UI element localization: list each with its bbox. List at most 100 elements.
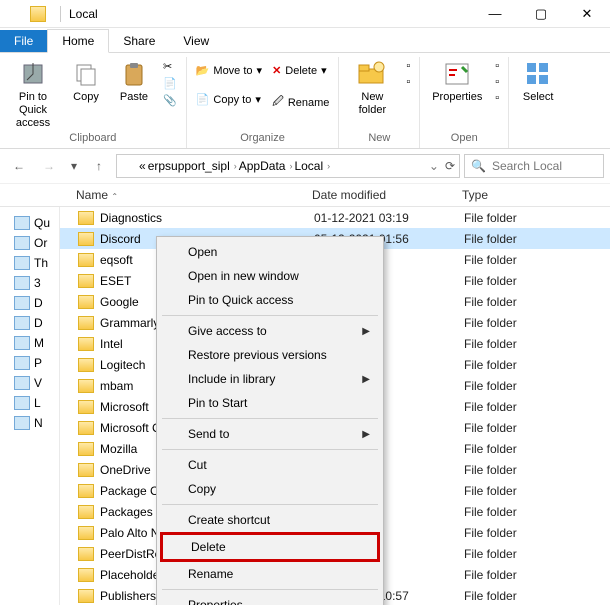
group-organize: 📂Move to ▾ 📄Copy to ▾ ✕Delete ▾ 🖉Rename … [187,57,340,148]
drive-icon [14,296,30,310]
delete-button[interactable]: ✕Delete ▾ [269,63,332,78]
nav-item[interactable]: M [0,333,59,353]
folder-icon [30,6,46,22]
nav-item[interactable]: 3 [0,273,59,293]
copy-label: Copy [73,91,99,104]
menu-item-cut[interactable]: Cut [160,453,380,477]
menu-item-include-in-library[interactable]: Include in library▶ [160,367,380,391]
pin-to-quick-access-button[interactable]: Pin to Quick access [6,57,60,130]
search-input[interactable]: 🔍 Search Local [464,154,604,178]
nav-item[interactable]: Th [0,253,59,273]
file-type: File folder [464,400,610,414]
breadcrumb-item[interactable]: Local› [294,159,330,173]
menu-item-rename[interactable]: Rename [160,562,380,586]
search-icon: 🔍 [471,159,486,173]
group-label: Clipboard [69,130,116,148]
nav-item[interactable]: L [0,393,59,413]
drive-icon [14,216,30,230]
edit-button[interactable]: ▫ [492,75,502,89]
tab-share[interactable]: Share [109,30,169,52]
file-type: File folder [464,274,610,288]
submenu-arrow-icon: ▶ [362,429,370,440]
folder-icon [78,442,94,456]
file-type: File folder [464,463,610,477]
nav-forward-button[interactable]: → [36,153,62,179]
menu-item-give-access-to[interactable]: Give access to▶ [160,319,380,343]
nav-item[interactable]: Qu [0,213,59,233]
file-type: File folder [464,547,610,561]
search-placeholder: Search Local [492,159,562,173]
folder-icon [78,400,94,414]
copy-path-button[interactable]: 📄 [160,76,180,91]
tab-view[interactable]: View [169,30,223,52]
maximize-button[interactable]: ▢ [518,0,564,28]
folder-icon [121,160,135,172]
drive-icon [14,276,30,290]
menu-item-pin-to-quick-access[interactable]: Pin to Quick access [160,288,380,312]
nav-item[interactable]: P [0,353,59,373]
folder-icon [78,232,94,246]
menu-item-copy[interactable]: Copy [160,477,380,501]
breadcrumb-item[interactable]: erpsupport_sipl› [148,159,237,173]
col-name[interactable]: Name ⌃ [0,188,312,202]
menu-item-open-in-new-window[interactable]: Open in new window [160,264,380,288]
nav-back-button[interactable]: ← [6,153,32,179]
menu-item-send-to[interactable]: Send to▶ [160,422,380,446]
table-row[interactable]: Diagnostics01-12-2021 03:19File folder [60,207,610,228]
nav-item[interactable]: N [0,413,59,433]
dropdown-icon[interactable]: ⌄ [429,159,439,173]
cut-button[interactable]: ✂ [160,59,180,74]
title-bar: Local — ▢ ✕ [0,0,610,28]
folder-icon [78,589,94,603]
new-folder-button[interactable]: New folder [345,57,399,117]
breadcrumb-item[interactable]: AppData› [239,159,293,173]
properties-button[interactable]: Properties [426,57,488,104]
menu-item-delete[interactable]: Delete [160,532,380,562]
col-date[interactable]: Date modified [312,188,462,202]
menu-item-restore-previous-versions[interactable]: Restore previous versions [160,343,380,367]
file-type: File folder [464,253,610,267]
nav-item[interactable]: Or [0,233,59,253]
paste-button[interactable]: Paste [112,57,156,104]
minimize-button[interactable]: — [472,0,518,28]
open-button[interactable]: ▫ [492,59,502,73]
select-button[interactable]: Select [515,57,561,104]
tab-file[interactable]: File [0,30,47,52]
file-type: File folder [464,295,610,309]
history-button[interactable]: ▫ [492,91,502,105]
select-label: Select [523,91,554,104]
menu-item-properties[interactable]: Properties [160,593,380,605]
group-label: Open [451,130,478,148]
nav-item[interactable]: D [0,313,59,333]
nav-up-button[interactable]: ↑ [86,153,112,179]
col-type[interactable]: Type [462,188,610,202]
nav-recent-button[interactable]: ▾ [66,153,82,179]
nav-item[interactable]: D [0,293,59,313]
menu-item-open[interactable]: Open [160,240,380,264]
refresh-icon[interactable]: ⟳ [445,159,455,173]
paste-shortcut-button[interactable]: 📎 [160,93,180,108]
nav-item[interactable]: V [0,373,59,393]
menu-item-pin-to-start[interactable]: Pin to Start [160,391,380,415]
ribbon-tabs: File Home Share View [0,28,610,53]
group-label [537,130,540,148]
file-type: File folder [464,505,610,519]
new-item-button[interactable]: ▫ [403,59,413,73]
copy-to-button[interactable]: 📄Copy to ▾ [193,92,265,107]
easy-access-button[interactable]: ▫ [403,75,413,89]
folder-icon [78,295,94,309]
move-to-button[interactable]: 📂Move to ▾ [193,63,265,78]
close-button[interactable]: ✕ [564,0,610,28]
group-clipboard: Pin to Quick access Copy Paste ✂ 📄 📎 Cli… [0,57,187,148]
file-type: File folder [464,568,610,582]
navigation-pane[interactable]: QuOrTh3DDMPVLN [0,207,60,605]
file-type: File folder [464,232,610,246]
address-box[interactable]: « erpsupport_sipl› AppData› Local› ⌄ ⟳ [116,154,460,178]
address-bar: ← → ▾ ↑ « erpsupport_sipl› AppData› Loca… [0,149,610,183]
tab-home[interactable]: Home [47,29,109,53]
copy-button[interactable]: Copy [64,57,108,104]
folder-icon [78,568,94,582]
file-type: File folder [464,484,610,498]
rename-button[interactable]: 🖉Rename [269,92,332,113]
menu-item-create-shortcut[interactable]: Create shortcut [160,508,380,532]
